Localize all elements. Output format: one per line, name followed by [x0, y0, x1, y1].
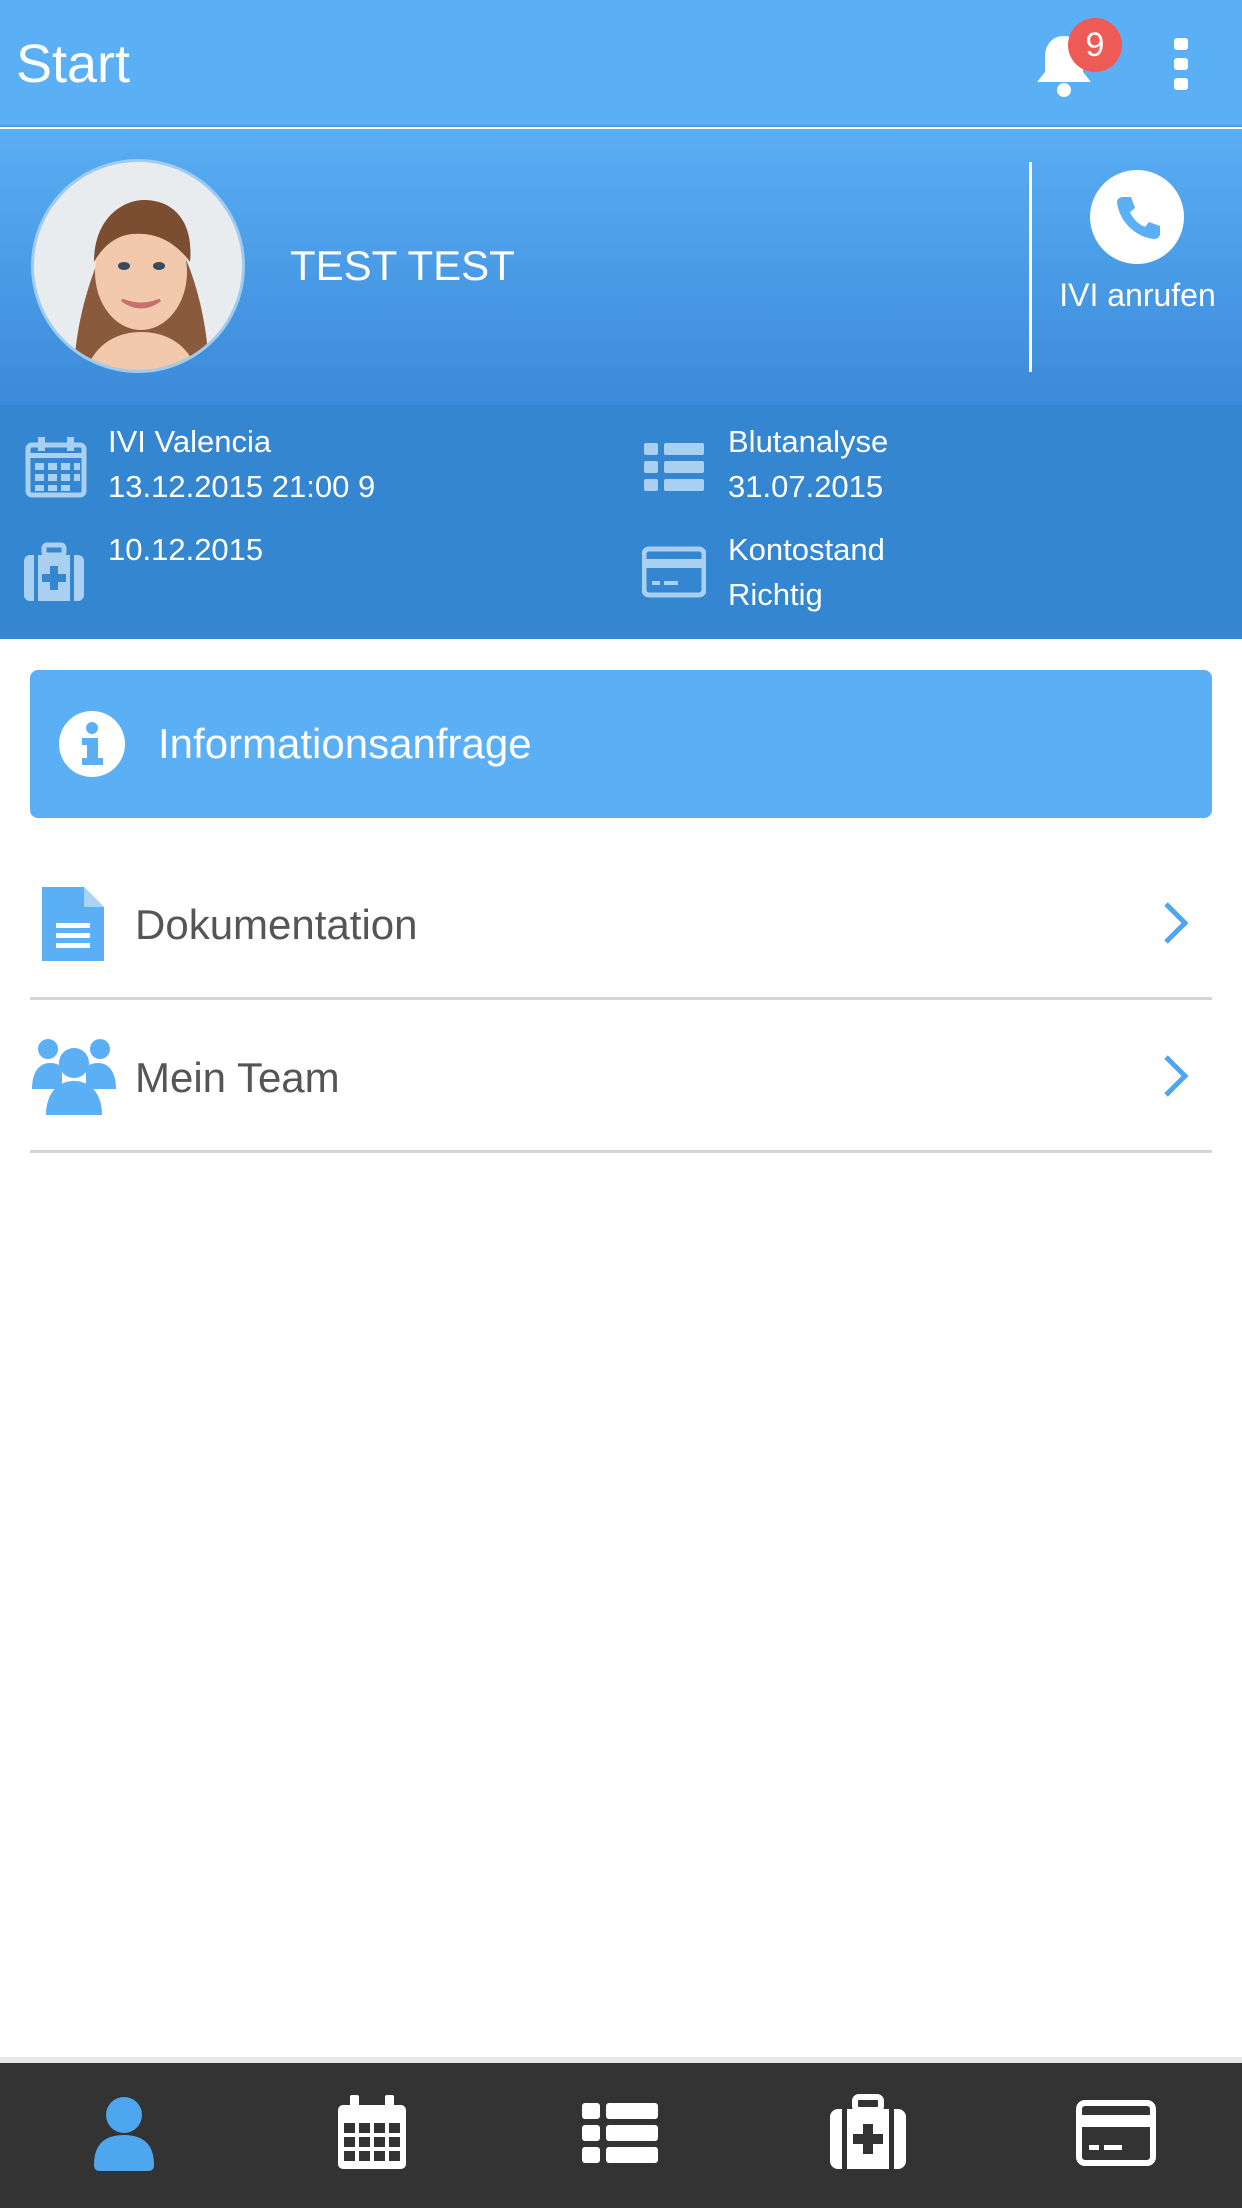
bottom-navigation [0, 2057, 1242, 2208]
more-options-icon[interactable] [1168, 36, 1196, 92]
summary-grid: IVI Valencia 13.12.2015 21:00 9 Blutanal… [0, 405, 1242, 639]
chevron-right-icon [1164, 1055, 1189, 1097]
tab-profile[interactable] [0, 2063, 248, 2208]
notification-badge[interactable]: 9 [1068, 18, 1122, 72]
list-icon [582, 2103, 658, 2163]
profile-icon [94, 2097, 154, 2171]
profile-name: TEST TEST [290, 242, 515, 289]
info-icon [59, 711, 125, 777]
team-label: Mein Team [135, 1054, 340, 1101]
appointment-text[interactable]: IVI Valencia 13.12.2015 21:00 9 [108, 419, 375, 509]
information-request-button[interactable]: Informationsanfrage [30, 670, 1212, 818]
team-icon [32, 1039, 116, 1115]
credit-card-icon [642, 546, 706, 598]
tab-list[interactable] [496, 2063, 744, 2208]
calendar-icon [25, 437, 87, 498]
information-request-label: Informationsanfrage [158, 720, 532, 767]
avatar[interactable] [31, 159, 245, 373]
page-title: Start [16, 34, 131, 94]
account-text[interactable]: Kontostand Richtig [728, 527, 885, 617]
tab-medical[interactable] [744, 2063, 992, 2208]
profile-header: TEST TEST IVI anrufen [0, 129, 1242, 405]
calendar-icon [338, 2095, 406, 2169]
app-bar: Start 9 [0, 0, 1242, 127]
list-item-team[interactable]: Mein Team [30, 1001, 1212, 1153]
treatment-text[interactable]: 10.12.2015 [108, 527, 263, 572]
chevron-right-icon [1164, 902, 1189, 944]
phone-icon [1117, 197, 1160, 239]
documentation-label: Dokumentation [135, 901, 418, 948]
tab-payment[interactable] [992, 2063, 1240, 2208]
analysis-text[interactable]: Blutanalyse 31.07.2015 [728, 419, 888, 509]
tab-calendar[interactable] [248, 2063, 496, 2208]
medical-kit-icon [830, 2094, 906, 2169]
medical-kit-icon [24, 542, 84, 601]
call-label[interactable]: IVI anrufen [1040, 275, 1235, 315]
list-item-documentation[interactable]: Dokumentation [30, 848, 1212, 1000]
divider [1029, 162, 1032, 372]
document-icon [42, 887, 104, 961]
credit-card-icon [1076, 2100, 1156, 2166]
list-icon [644, 443, 704, 491]
call-button[interactable] [1090, 170, 1184, 264]
